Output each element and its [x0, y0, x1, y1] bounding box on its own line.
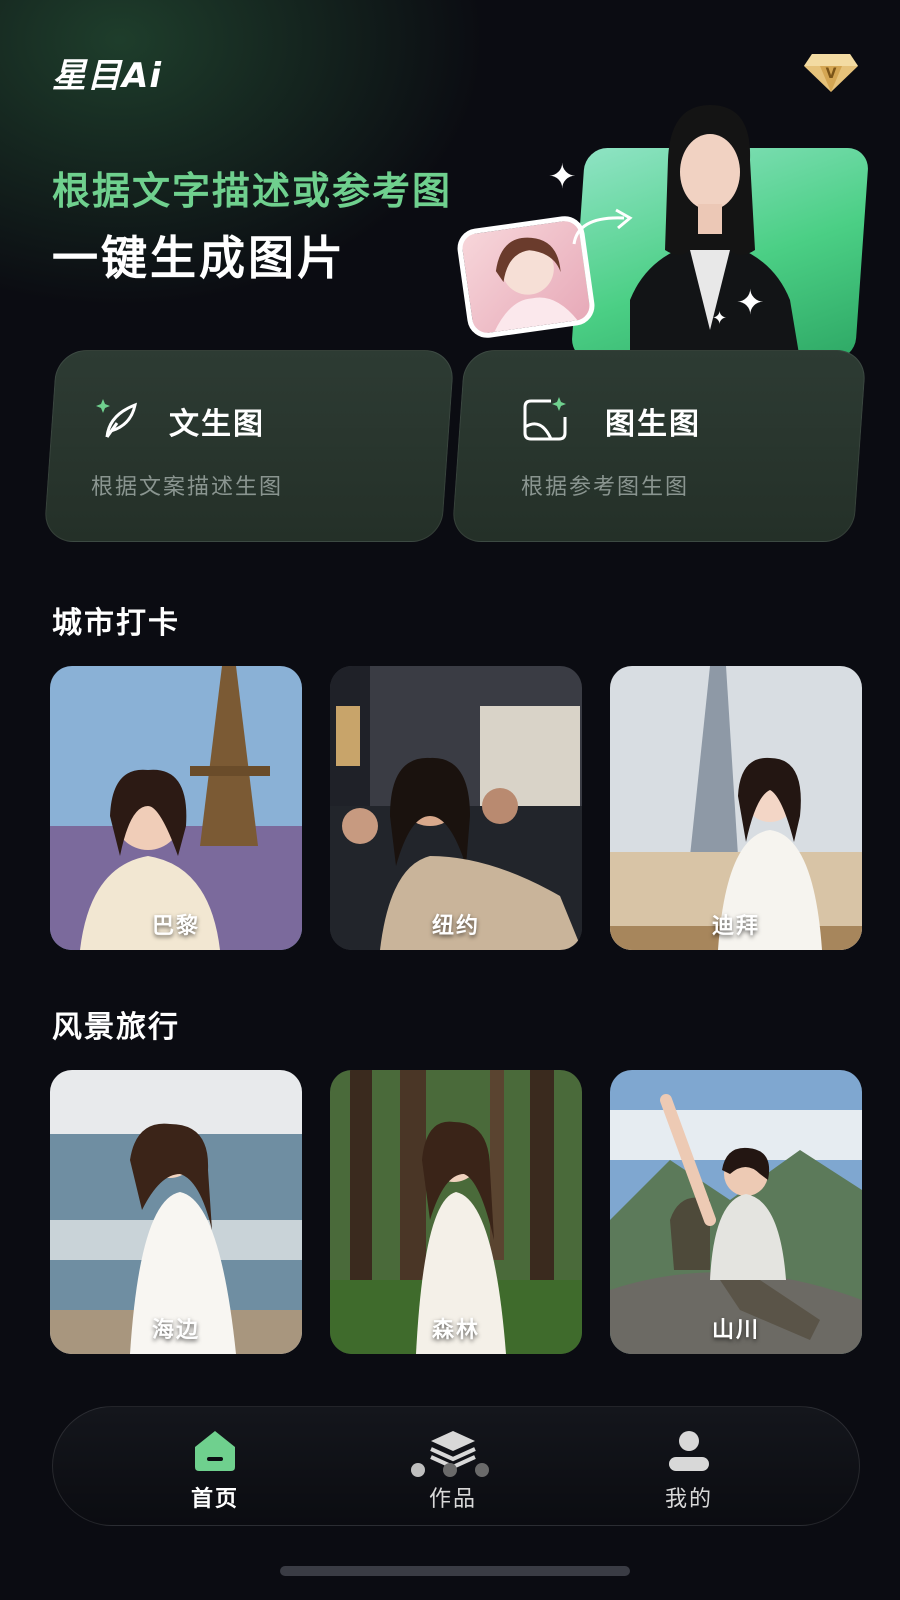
quill-sparkle-icon — [96, 399, 138, 438]
user-icon — [669, 1431, 709, 1471]
landscape-grid: 海边 森林 山川 — [50, 1070, 862, 1354]
nav-label: 作品 — [428, 1487, 477, 1512]
hero-title: 一键生成图片 — [52, 231, 346, 285]
scene-label: 山川 — [711, 1318, 760, 1343]
section-title-landscape: 风景旅行 — [52, 1010, 180, 1045]
feature-subtitle: 根据文案描述生图 — [91, 475, 284, 500]
nav-label: 首页 — [190, 1487, 239, 1512]
home-indicator — [280, 1566, 630, 1576]
scene-tile-beach[interactable]: 海边 — [50, 1070, 302, 1354]
arrow-icon — [572, 208, 633, 245]
scene-label: 海边 — [151, 1318, 200, 1343]
sparkle-icon: ✦ — [712, 308, 728, 329]
section-title-city: 城市打卡 — [52, 606, 180, 641]
text-to-image-card[interactable]: 文生图 根据文案描述生图 — [43, 350, 455, 542]
scene-label: 森林 — [431, 1318, 480, 1343]
nav-item-home[interactable]: 首页 — [135, 1419, 295, 1515]
loading-dots — [411, 1463, 489, 1477]
hero-subtitle: 根据文字描述或参考图 — [52, 169, 453, 213]
scene-tile-paris[interactable]: 巴黎 — [50, 666, 302, 950]
sparkle-icon: ✦ — [548, 157, 577, 197]
app-logo: 星目Ai — [52, 56, 162, 96]
scene-tile-newyork[interactable]: 纽约 — [330, 666, 582, 950]
feature-subtitle: 根据参考图生图 — [521, 475, 690, 500]
city-grid: 巴黎 纽约 迪拜 — [50, 666, 862, 950]
feature-title: 文生图 — [169, 407, 265, 442]
scene-tile-mountain[interactable]: 山川 — [610, 1070, 862, 1354]
scene-tile-dubai[interactable]: 迪拜 — [610, 666, 862, 950]
image-sparkle-icon — [523, 397, 567, 441]
feature-title: 图生图 — [605, 407, 701, 442]
image-to-image-card[interactable]: 图生图 根据参考图生图 — [451, 350, 867, 542]
scene-label: 纽约 — [431, 914, 480, 939]
scene-label: 迪拜 — [711, 914, 760, 939]
scene-tile-forest[interactable]: 森林 — [330, 1070, 582, 1354]
vip-diamond-icon[interactable]: V — [802, 48, 860, 94]
nav-item-profile[interactable]: 我的 — [609, 1419, 769, 1515]
svg-text:V: V — [826, 66, 837, 82]
scene-label: 巴黎 — [151, 914, 200, 939]
sparkle-icon: ✦ — [736, 283, 765, 323]
home-icon — [195, 1431, 235, 1471]
nav-label: 我的 — [664, 1487, 713, 1512]
